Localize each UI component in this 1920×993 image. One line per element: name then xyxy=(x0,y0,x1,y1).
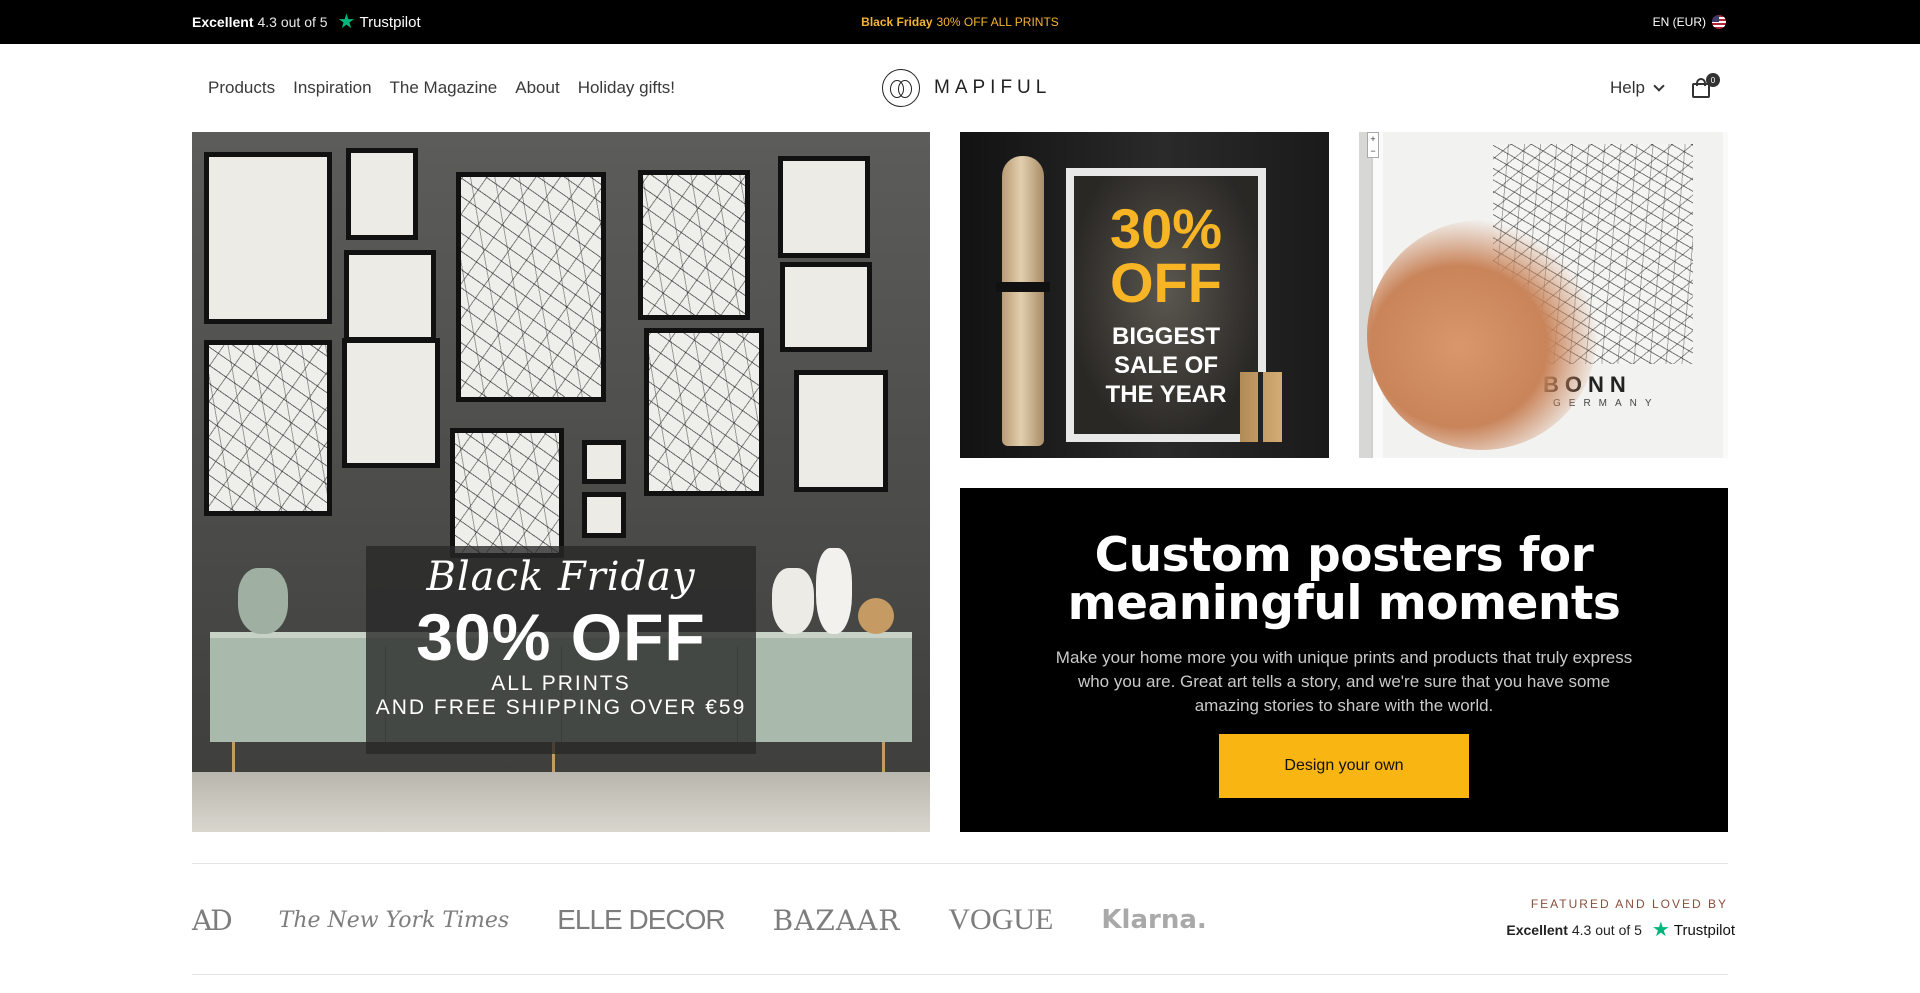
help-label: Help xyxy=(1610,78,1645,97)
typography-poster xyxy=(346,148,418,240)
green-vase xyxy=(238,568,288,634)
logo-text: MAPIFUL xyxy=(934,77,1052,98)
bazaar-logo: BAZAAR xyxy=(772,903,901,937)
nav-item-about[interactable]: About xyxy=(515,78,559,98)
intro-section: Custom posters for meaningful moments Ma… xyxy=(960,488,1728,832)
sale-line-2: SALE OF xyxy=(1113,352,1218,379)
star-icon: ★ xyxy=(1651,919,1670,941)
divider xyxy=(192,974,1728,975)
promo-text: 30% OFF ALL PRINTS xyxy=(936,15,1059,29)
sale-line-1: BIGGEST xyxy=(1111,323,1220,350)
hero-black-friday-image[interactable]: Black Friday 30% OFF ALL PRINTS AND FREE… xyxy=(192,132,930,832)
text-poster xyxy=(778,156,870,258)
new-york-map-poster xyxy=(456,172,606,402)
ad-logo: AD xyxy=(192,903,233,937)
biggest-sale-tile[interactable]: 30% OFF BIGGEST SALE OF THE YEAR xyxy=(960,132,1329,458)
hero-discount: 30% OFF xyxy=(416,600,706,674)
rating-text: 4.3 out of 5 xyxy=(1571,922,1642,938)
featured-label: FEATURED AND LOVED BY xyxy=(1530,897,1728,911)
gift-box xyxy=(1240,372,1282,442)
white-vase xyxy=(772,568,814,634)
poster-roll xyxy=(1002,156,1044,446)
nav-item-inspiration[interactable]: Inspiration xyxy=(293,78,371,98)
sale-off: OFF xyxy=(1110,251,1222,314)
language-selector[interactable]: EN (EUR) xyxy=(1653,0,1726,44)
trustpilot-logo: Trustpilot xyxy=(1673,921,1735,939)
top-announcement-bar: Excellent 4.3 out of 5 ★ Trustpilot Blac… xyxy=(0,0,1920,44)
intro-title: Custom posters for meaningful moments xyxy=(1067,528,1621,631)
sale-line-3: THE YEAR xyxy=(1105,381,1227,408)
elle-decor-logo: ELLE DECOR xyxy=(557,904,725,935)
intro-body: Make your home more you with unique prin… xyxy=(1055,648,1633,715)
tree-poster xyxy=(342,338,440,468)
bonn-map-video-tile[interactable]: BONN GERMANY + − xyxy=(1359,132,1728,458)
sale-percent: 30% xyxy=(1109,197,1223,260)
black-friday-script-title: Black Friday xyxy=(426,554,696,600)
hand xyxy=(1367,220,1597,450)
tall-white-vase xyxy=(816,548,852,634)
promo-banner[interactable]: Black Friday 30% OFF ALL PRINTS xyxy=(0,0,1920,44)
press-logos: AD The New York Times ELLE DECOR BAZAAR … xyxy=(192,900,1255,940)
trustpilot-rating-footer[interactable]: Excellent 4.3 out of 5 ★ Trustpilot xyxy=(1506,920,1735,940)
stockholm-map-poster xyxy=(638,170,750,320)
floor xyxy=(192,772,930,832)
cart-count-badge: 0 xyxy=(1706,73,1720,87)
black-friday-overlay: Black Friday 30% OFF ALL PRINTS AND FREE… xyxy=(366,546,756,754)
gold-sphere xyxy=(858,598,894,634)
nyt-logo: The New York Times xyxy=(278,907,510,933)
sale-poster: 30% OFF BIGGEST SALE OF THE YEAR xyxy=(1066,168,1266,442)
vase-poster xyxy=(344,250,436,342)
us-flag-icon xyxy=(1712,15,1726,29)
nav-item-magazine[interactable]: The Magazine xyxy=(390,78,498,98)
nav-item-products[interactable]: Products xyxy=(208,78,275,98)
geometric-poster xyxy=(794,370,888,492)
promo-bold-text: Black Friday xyxy=(861,15,933,29)
small-frame xyxy=(582,440,626,484)
houston-map-poster xyxy=(450,428,564,558)
nav-links: Products Inspiration The Magazine About … xyxy=(208,44,675,132)
language-label: EN (EUR) xyxy=(1652,15,1706,29)
leaf-poster xyxy=(780,262,872,352)
main-navigation: Products Inspiration The Magazine About … xyxy=(0,44,1920,132)
ribbon xyxy=(996,282,1050,292)
rating-label: Excellent xyxy=(1506,922,1568,938)
help-dropdown[interactable]: Help xyxy=(1610,44,1665,132)
design-your-own-button[interactable]: Design your own xyxy=(1219,734,1469,798)
vogue-logo: VOGUE xyxy=(948,903,1054,936)
small-frame-2 xyxy=(582,492,626,538)
site-logo[interactable]: MAPIFUL xyxy=(882,68,1051,108)
chevron-down-icon xyxy=(1653,80,1665,92)
shopping-bag-body xyxy=(1692,83,1710,98)
cart-button[interactable]: 0 xyxy=(1692,73,1720,98)
quote-poster xyxy=(204,152,332,324)
map-zoom-control[interactable]: + − xyxy=(1367,132,1379,158)
nav-item-holiday-gifts[interactable]: Holiday gifts! xyxy=(578,78,675,98)
logo-mark-icon xyxy=(882,69,920,107)
klarna-logo: Klarna. xyxy=(1101,905,1207,935)
tokyo-map-poster xyxy=(644,328,764,496)
map-poster-small xyxy=(204,340,332,516)
hero-line-all-prints: ALL PRINTS xyxy=(491,672,631,695)
hero-line-free-shipping: AND FREE SHIPPING OVER €59 xyxy=(375,696,747,719)
divider xyxy=(192,863,1728,864)
